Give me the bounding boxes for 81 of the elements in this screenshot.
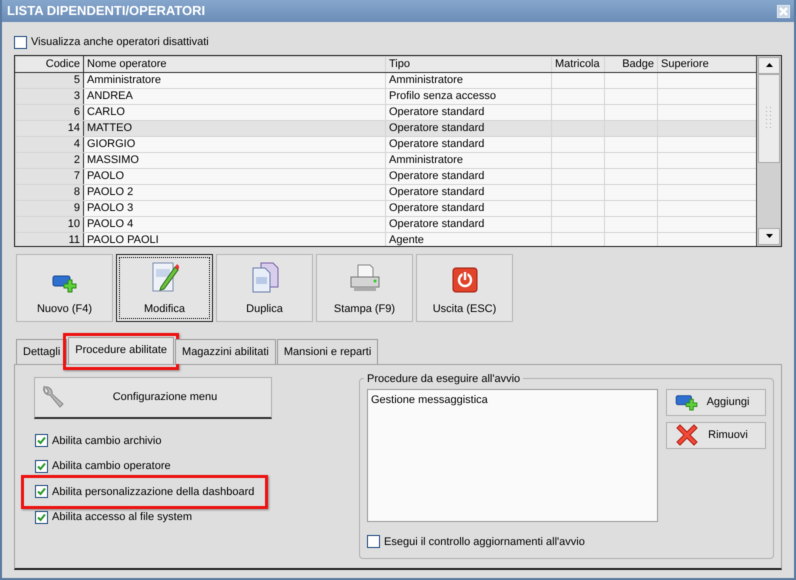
- column-header[interactable]: Superiore: [658, 56, 756, 72]
- scroll-down-button[interactable]: [758, 228, 780, 244]
- table-cell: 2: [16, 152, 84, 168]
- down-arrow-icon: [766, 234, 773, 238]
- table-cell: MASSIMO: [84, 152, 386, 168]
- table-cell: MATTEO: [84, 120, 386, 136]
- wrench-icon: [41, 384, 65, 410]
- table-cell: 4: [16, 136, 84, 152]
- table-cell: Amministratore: [386, 72, 552, 88]
- table-cell: Operatore standard: [386, 184, 552, 200]
- side-button[interactable]: Aggiungi: [666, 388, 766, 416]
- table-cell: CARLO: [84, 104, 386, 120]
- printer-icon: [348, 263, 380, 293]
- up-arrow-icon: [766, 63, 773, 67]
- list-item[interactable]: Gestione messaggistica: [371, 392, 654, 408]
- side-button[interactable]: Rimuovi: [666, 422, 766, 448]
- checkbox-label[interactable]: Abilita accesso al file system: [52, 509, 192, 526]
- checkbox-label[interactable]: Abilita cambio operatore: [52, 458, 171, 474]
- add-icon: [675, 393, 699, 411]
- table-cell: Operatore standard: [386, 200, 552, 216]
- remove-icon: [675, 423, 699, 447]
- toolbar-button[interactable]: Modifica: [116, 254, 213, 322]
- configure-menu-button[interactable]: Configurazione menu: [34, 376, 272, 418]
- checkbox[interactable]: [14, 36, 27, 49]
- toolbar-button[interactable]: Stampa (F9): [316, 254, 413, 322]
- scrollbar-thumb[interactable]: [758, 74, 780, 162]
- copy-documents-icon: [250, 261, 278, 293]
- table-cell: 7: [16, 168, 84, 184]
- table-cell: Amministratore: [386, 152, 552, 168]
- table-cell: PAOLO: [84, 168, 386, 184]
- checkbox[interactable]: [35, 460, 48, 473]
- checkbox[interactable]: [35, 434, 48, 448]
- table-cell: Amministratore: [84, 72, 386, 88]
- column-header[interactable]: Matricola: [552, 56, 604, 72]
- table-cell: 8: [16, 184, 84, 200]
- table-cell: PAOLO 4: [84, 216, 386, 232]
- toolbar-button[interactable]: Uscita (ESC): [416, 254, 513, 322]
- scroll-up-button[interactable]: [758, 56, 780, 74]
- list-box[interactable]: Gestione messaggistica: [367, 388, 658, 522]
- toolbar-button[interactable]: Duplica: [216, 254, 313, 322]
- table-cell: Operatore standard: [386, 120, 552, 136]
- column-header[interactable]: Codice: [16, 56, 84, 72]
- table-cell: ANDREA: [84, 88, 386, 104]
- checkbox-label[interactable]: Abilita cambio archivio: [52, 432, 162, 449]
- table-cell: Operatore standard: [386, 168, 552, 184]
- checkbox[interactable]: [35, 510, 48, 524]
- table-cell: 10: [16, 216, 84, 232]
- checkbox[interactable]: [35, 485, 48, 498]
- checkbox[interactable]: [367, 535, 380, 548]
- checkbox-label[interactable]: Visualizza anche operatori disattivati: [31, 34, 209, 50]
- checkbox-label[interactable]: Abilita personalizzazione della dashboard: [52, 484, 254, 500]
- tab[interactable]: Procedure abilitate: [68, 336, 174, 364]
- toolbar-button[interactable]: Nuovo (F4): [16, 254, 113, 322]
- table-cell: Operatore standard: [386, 136, 552, 152]
- check-icon: [37, 462, 46, 471]
- checkbox-label[interactable]: Esegui il controllo aggiornamenti all'avvio: [384, 534, 585, 550]
- table-cell: 9: [16, 200, 84, 216]
- window-title: LISTA DIPENDENTI/OPERATORI: [7, 2, 206, 20]
- table-cell: Operatore standard: [386, 104, 552, 120]
- tab[interactable]: Mansioni e reparti: [276, 338, 378, 364]
- table-cell: 3: [16, 88, 84, 104]
- table-cell: PAOLO 3: [84, 200, 386, 216]
- power-icon: [452, 267, 478, 293]
- close-icon[interactable]: [777, 4, 790, 18]
- check-icon: [37, 512, 46, 522]
- table-cell: 11: [16, 232, 84, 246]
- column-header[interactable]: Badge: [604, 56, 658, 72]
- tab[interactable]: Magazzini abilitati: [175, 338, 276, 364]
- check-icon: [37, 487, 46, 496]
- edit-document-icon: [150, 261, 178, 293]
- table-cell: Profilo senza accesso: [386, 88, 552, 104]
- column-header[interactable]: Tipo: [386, 56, 552, 72]
- check-icon: [37, 436, 46, 446]
- table-cell: 6: [16, 104, 84, 120]
- table-cell: 5: [16, 72, 84, 88]
- new-user-icon: [52, 273, 78, 293]
- table-cell: Operatore standard: [386, 216, 552, 232]
- table-cell: GIORGIO: [84, 136, 386, 152]
- table-cell: 14: [16, 120, 84, 136]
- table-cell: PAOLO 2: [84, 184, 386, 200]
- column-header[interactable]: Nome operatore: [84, 56, 386, 72]
